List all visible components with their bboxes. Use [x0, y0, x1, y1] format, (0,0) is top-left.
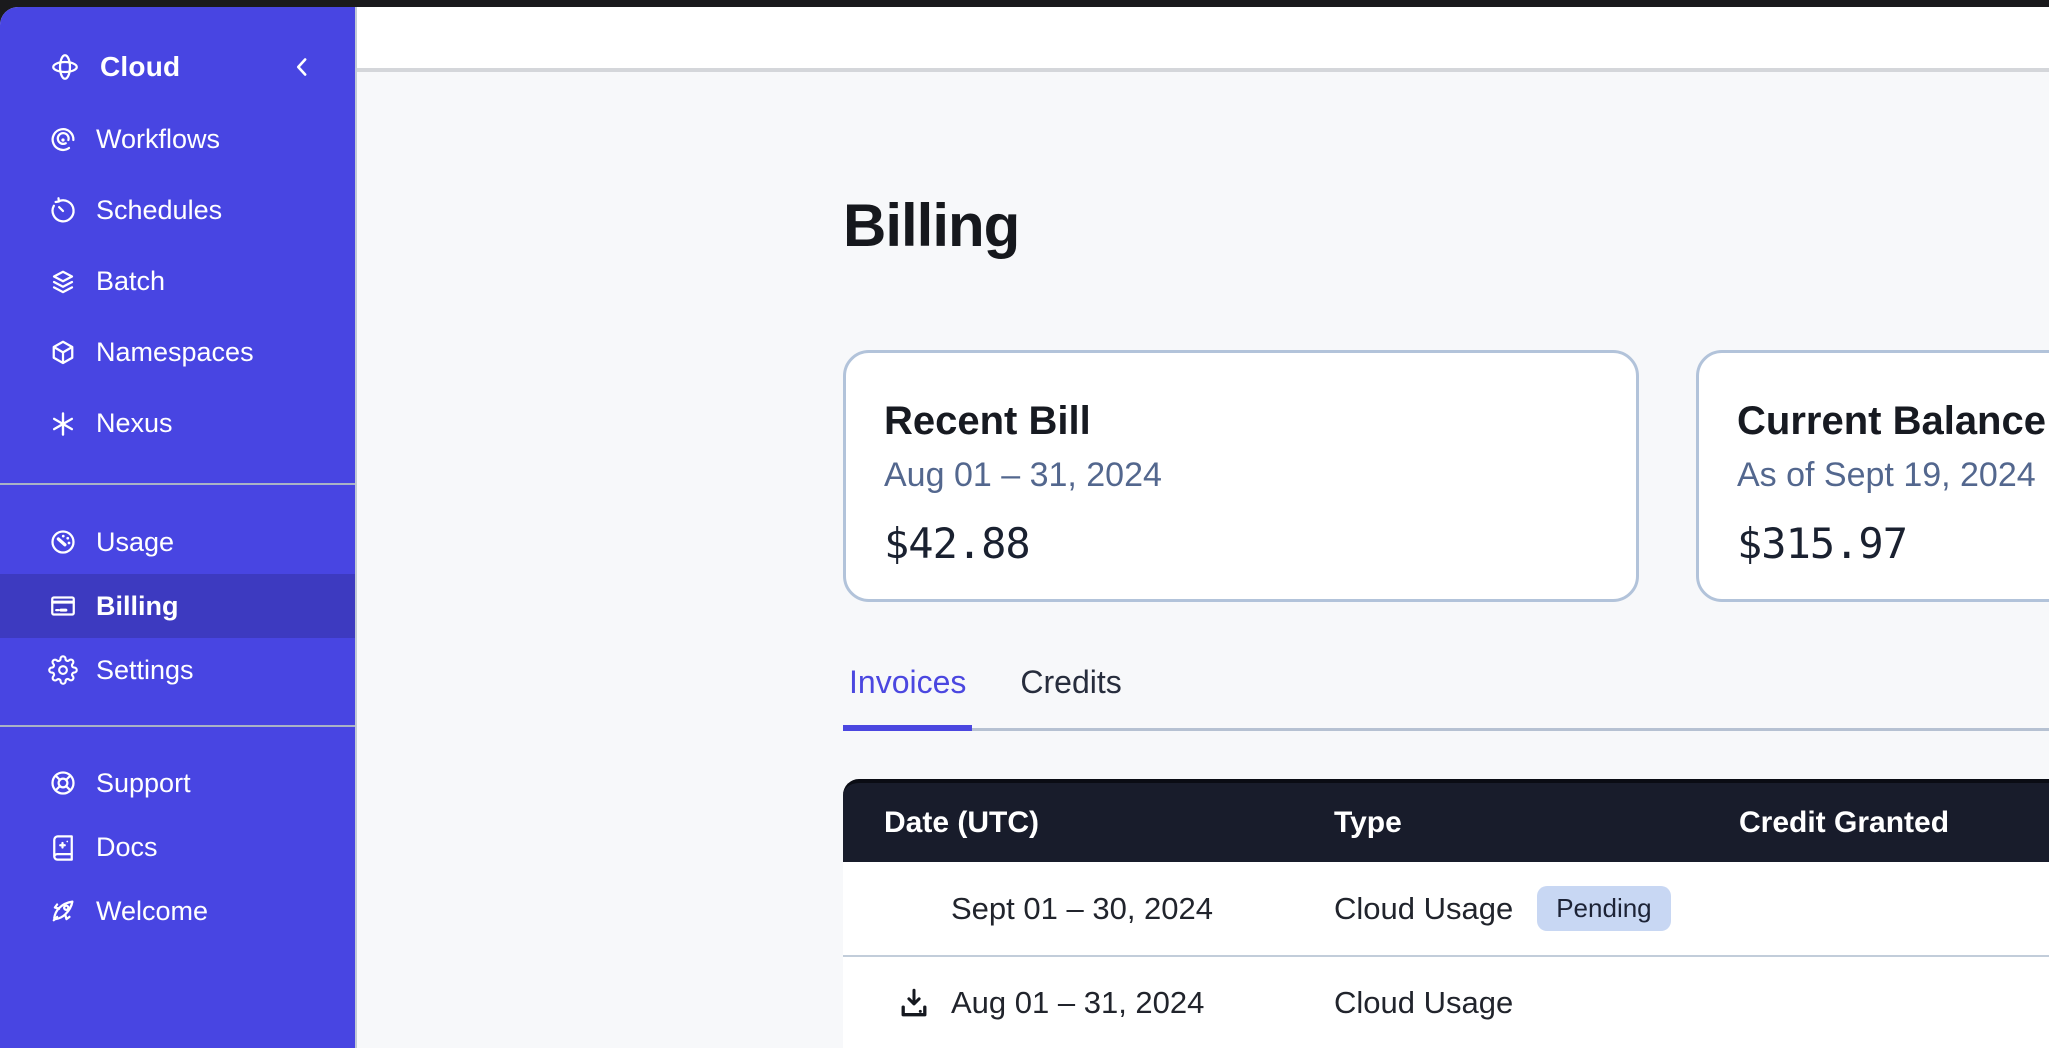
sidebar-item-label: Support — [96, 768, 191, 799]
sidebar-item-welcome[interactable]: Welcome — [0, 879, 355, 943]
sidebar-item-nexus[interactable]: Nexus — [0, 388, 355, 459]
docs-book-icon — [48, 832, 78, 862]
app-window: Cloud Workflows — [0, 7, 2049, 1048]
page-title: Billing — [843, 190, 2049, 262]
summary-cards: Recent Bill Aug 01 – 31, 2024 $42.88 Cur… — [843, 350, 2049, 602]
sidebar-item-label: Usage — [96, 527, 174, 558]
invoice-type-cell: Cloud Usage — [1334, 985, 1719, 1021]
sidebar-brand: Cloud — [0, 29, 355, 104]
billing-page: Billing Recent Bill Aug 01 – 31, 2024 $4… — [357, 72, 2049, 1048]
column-header-credit-granted: Credit Granted — [1719, 806, 2049, 840]
sidebar-item-label: Schedules — [96, 195, 222, 226]
batch-layers-icon — [48, 267, 78, 297]
download-invoice-button[interactable] — [896, 985, 932, 1021]
chevron-left-icon — [287, 52, 317, 82]
card-date-range: Aug 01 – 31, 2024 — [884, 456, 1598, 495]
card-amount: $315.97 — [1737, 519, 2049, 568]
status-badge: Pending — [1537, 886, 1670, 931]
current-balance-card: Current Balance As of Sept 19, 2024 $315… — [1696, 350, 2049, 602]
sidebar-item-label: Workflows — [96, 124, 220, 155]
sidebar-item-support[interactable]: Support — [0, 751, 355, 815]
sidebar-item-docs[interactable]: Docs — [0, 815, 355, 879]
table-row: Aug 01 – 31, 2024 Cloud Usage — [843, 955, 2049, 1048]
usage-gauge-icon — [48, 527, 78, 557]
top-bar — [357, 7, 2049, 72]
card-title: Current Balance — [1737, 399, 2049, 444]
sidebar-item-usage[interactable]: Usage — [0, 510, 355, 574]
sidebar-item-label: Settings — [96, 655, 194, 686]
card-date-range: As of Sept 19, 2024 — [1737, 456, 2049, 495]
tab-credits[interactable]: Credits — [1014, 664, 1127, 731]
billing-tabs: Invoices Credits — [843, 664, 2049, 731]
workflows-icon — [48, 125, 78, 155]
card-amount: $42.88 — [884, 519, 1598, 568]
sidebar-item-settings[interactable]: Settings — [0, 638, 355, 702]
sidebar-item-workflows[interactable]: Workflows — [0, 104, 355, 175]
schedules-icon — [48, 196, 78, 226]
card-title: Recent Bill — [884, 399, 1598, 444]
invoice-date: Aug 01 – 31, 2024 — [951, 985, 1204, 1021]
invoice-date-cell: Aug 01 – 31, 2024 — [843, 985, 1334, 1021]
download-icon — [896, 985, 932, 1021]
invoice-type: Cloud Usage — [1334, 891, 1513, 927]
invoice-date: Sept 01 – 30, 2024 — [951, 891, 1213, 927]
download-placeholder — [896, 891, 932, 927]
column-header-type: Type — [1334, 806, 1719, 840]
sidebar-item-label: Nexus — [96, 408, 173, 439]
sidebar-collapse-button[interactable] — [287, 52, 317, 82]
sidebar-item-billing[interactable]: Billing — [0, 574, 355, 638]
billing-card-icon — [48, 591, 78, 621]
temporal-logo-icon — [48, 50, 82, 84]
brand-label: Cloud — [100, 51, 180, 83]
sidebar-item-namespaces[interactable]: Namespaces — [0, 317, 355, 388]
table-header-row: Date (UTC) Type Credit Granted — [843, 779, 2049, 862]
sidebar-item-batch[interactable]: Batch — [0, 246, 355, 317]
column-header-date: Date (UTC) — [843, 806, 1334, 840]
invoice-type: Cloud Usage — [1334, 985, 1513, 1021]
tab-invoices[interactable]: Invoices — [843, 664, 972, 731]
sidebar-item-schedules[interactable]: Schedules — [0, 175, 355, 246]
namespaces-cube-icon — [48, 338, 78, 368]
recent-bill-card: Recent Bill Aug 01 – 31, 2024 $42.88 — [843, 350, 1639, 602]
sidebar-item-label: Welcome — [96, 896, 208, 927]
main-content: Billing Recent Bill Aug 01 – 31, 2024 $4… — [357, 7, 2049, 1048]
welcome-rocket-icon — [48, 896, 78, 926]
sidebar-item-label: Batch — [96, 266, 165, 297]
invoice-date-cell: Sept 01 – 30, 2024 — [843, 891, 1334, 927]
sidebar-item-label: Billing — [96, 591, 179, 622]
settings-gear-icon — [48, 655, 78, 685]
invoices-table: Date (UTC) Type Credit Granted Sept 01 –… — [843, 779, 2049, 1048]
invoice-type-cell: Cloud Usage Pending — [1334, 886, 1719, 931]
sidebar: Cloud Workflows — [0, 7, 357, 1048]
sidebar-item-label: Namespaces — [96, 337, 254, 368]
support-lifebuoy-icon — [48, 768, 78, 798]
table-row: Sept 01 – 30, 2024 Cloud Usage Pending — [843, 862, 2049, 955]
sidebar-item-label: Docs — [96, 832, 158, 863]
nexus-asterisk-icon — [48, 409, 78, 439]
